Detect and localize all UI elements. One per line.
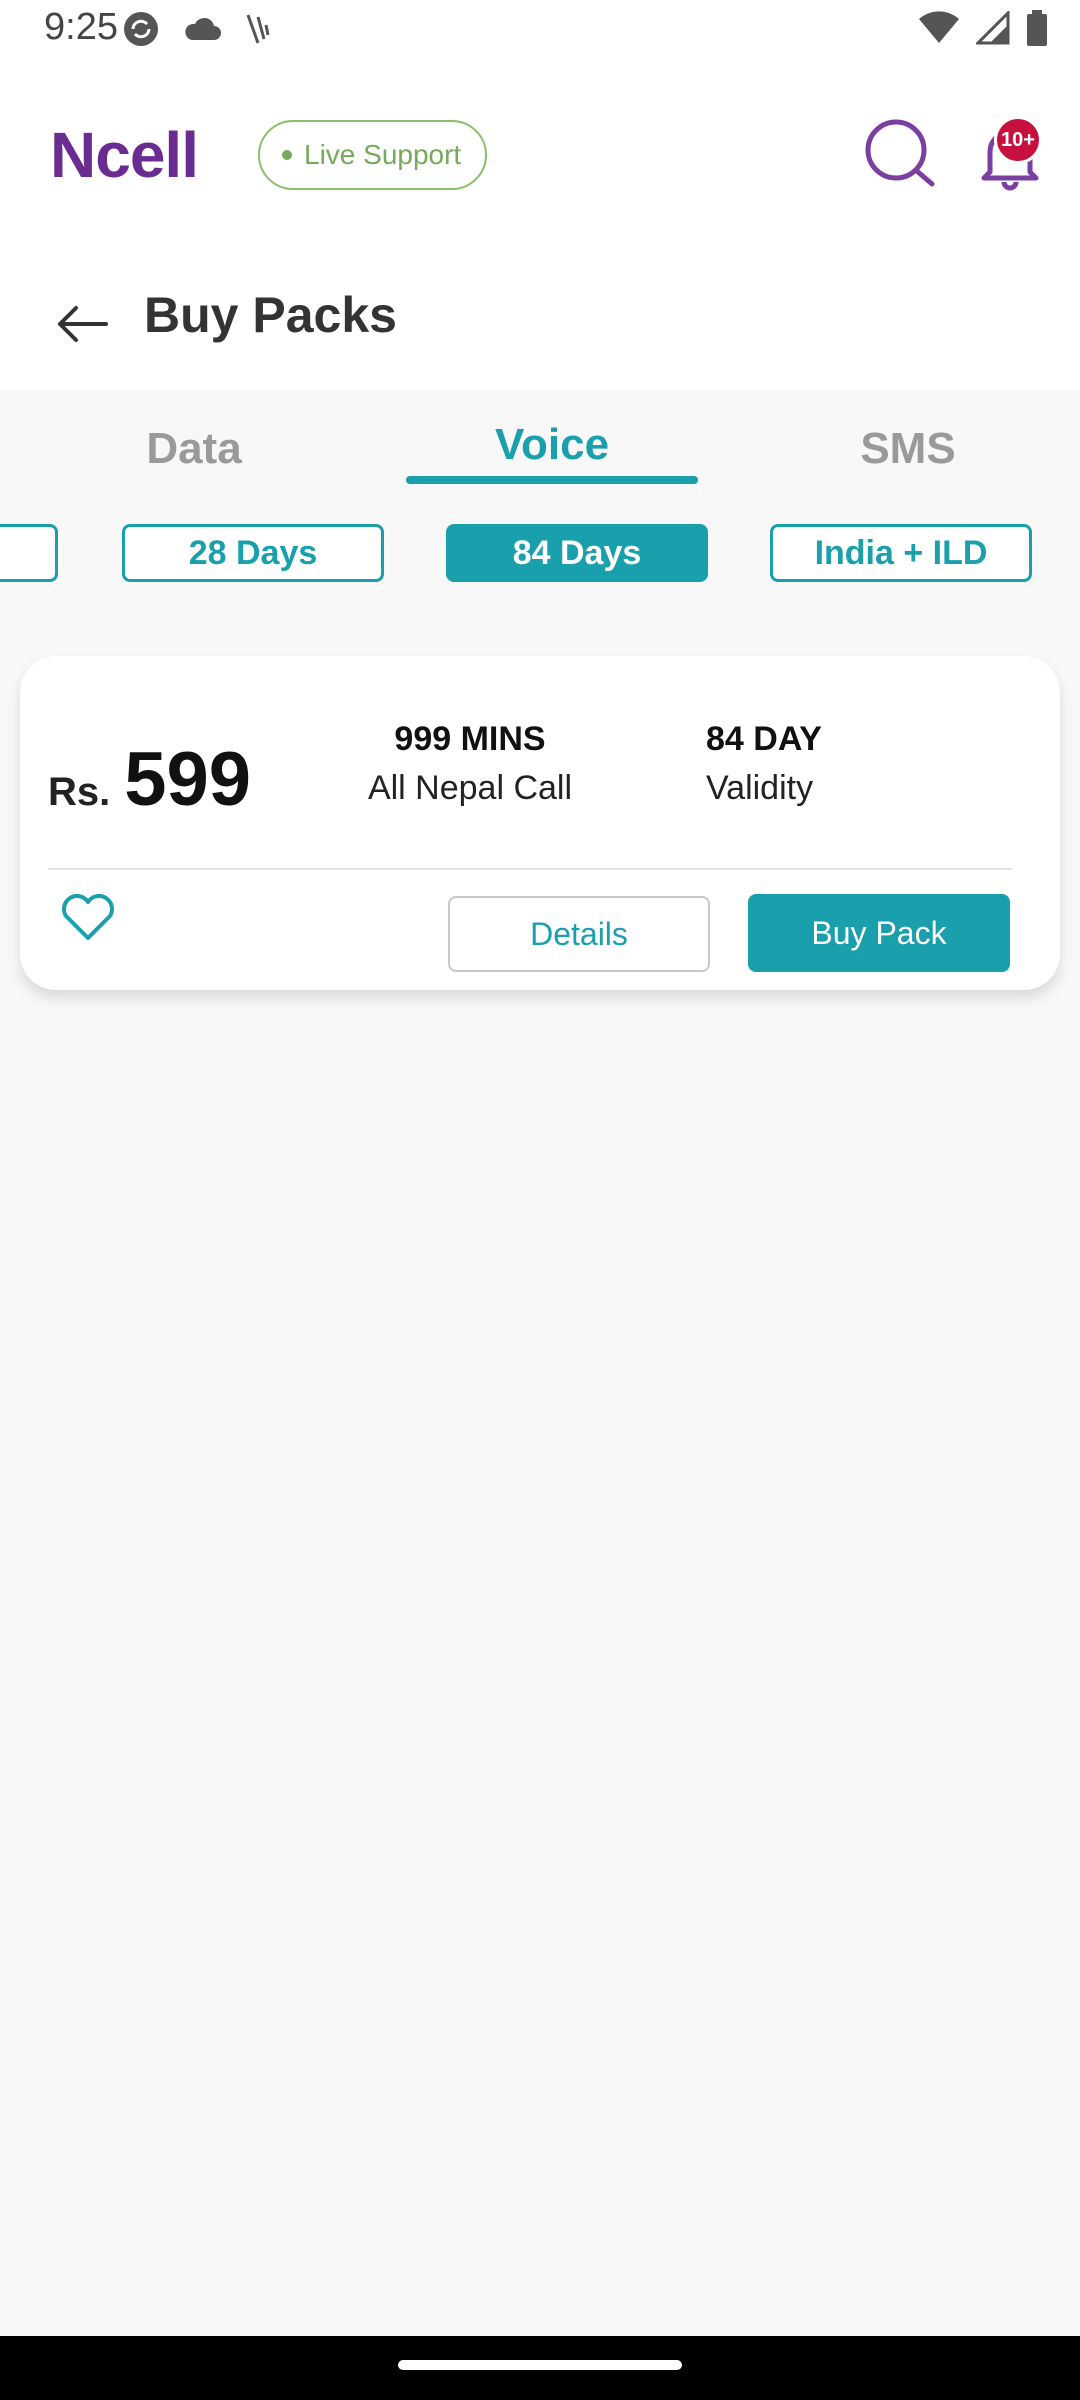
active-tab-indicator — [406, 476, 698, 484]
page-title: Buy Packs — [144, 287, 397, 343]
pack-type-tabs: Data Voice SMS — [0, 390, 1080, 490]
sync-icon — [124, 12, 158, 46]
title-bar: Buy Packs — [0, 262, 1080, 390]
status-left-icons — [122, 10, 272, 48]
filter-india-ild[interactable]: India + ILD — [770, 524, 1032, 582]
pack-minutes: 999 MINS All Nepal Call — [320, 720, 620, 808]
details-button[interactable]: Details — [448, 896, 710, 972]
system-nav-bar — [0, 2336, 1080, 2400]
ncell-logo[interactable]: Ncell — [50, 118, 199, 192]
tab-voice[interactable]: Voice — [452, 420, 652, 470]
cloud-icon — [185, 17, 221, 40]
status-bar: 9:25 — [0, 0, 1080, 62]
tab-sms[interactable]: SMS — [808, 424, 1008, 474]
pack-validity: 84 DAY Validity — [706, 720, 886, 808]
card-divider — [48, 868, 1012, 870]
filter-84-days[interactable]: 84 Days — [446, 524, 708, 582]
live-support-label: Live Support — [304, 139, 462, 170]
filter-28-days[interactable]: 28 Days — [122, 524, 384, 582]
notification-badge: 10+ — [994, 116, 1042, 164]
buy-pack-button[interactable]: Buy Pack — [748, 894, 1010, 972]
heart-icon[interactable] — [56, 884, 120, 948]
wifi-icon — [919, 11, 959, 43]
validity-value: 84 DAY — [706, 720, 822, 758]
home-gesture-handle[interactable] — [398, 2360, 682, 2370]
tab-data[interactable]: Data — [94, 424, 294, 474]
status-right-icons — [918, 10, 1048, 46]
price-currency: Rs. — [48, 770, 111, 814]
minutes-value: 999 MINS — [394, 720, 546, 758]
back-arrow-icon[interactable] — [52, 294, 112, 354]
signal-bolt-icon — [246, 14, 270, 44]
pack-card: Rs. 599 999 MINS All Nepal Call 84 DAY V… — [20, 656, 1060, 990]
status-time: 9:25 — [44, 6, 118, 48]
pack-price: Rs. 599 — [48, 736, 251, 823]
filter-chip-offscreen[interactable] — [0, 524, 58, 582]
live-support-button[interactable]: Live Support — [258, 120, 488, 190]
validity-filters: 28 Days 84 Days India + ILD — [0, 524, 1080, 582]
live-dot-icon — [282, 150, 292, 160]
price-amount: 599 — [124, 737, 252, 822]
minutes-label: All Nepal Call — [367, 769, 573, 807]
battery-icon — [1027, 10, 1047, 46]
validity-label: Validity — [706, 769, 814, 807]
cellular-icon — [976, 11, 1010, 45]
search-icon[interactable] — [862, 116, 938, 192]
